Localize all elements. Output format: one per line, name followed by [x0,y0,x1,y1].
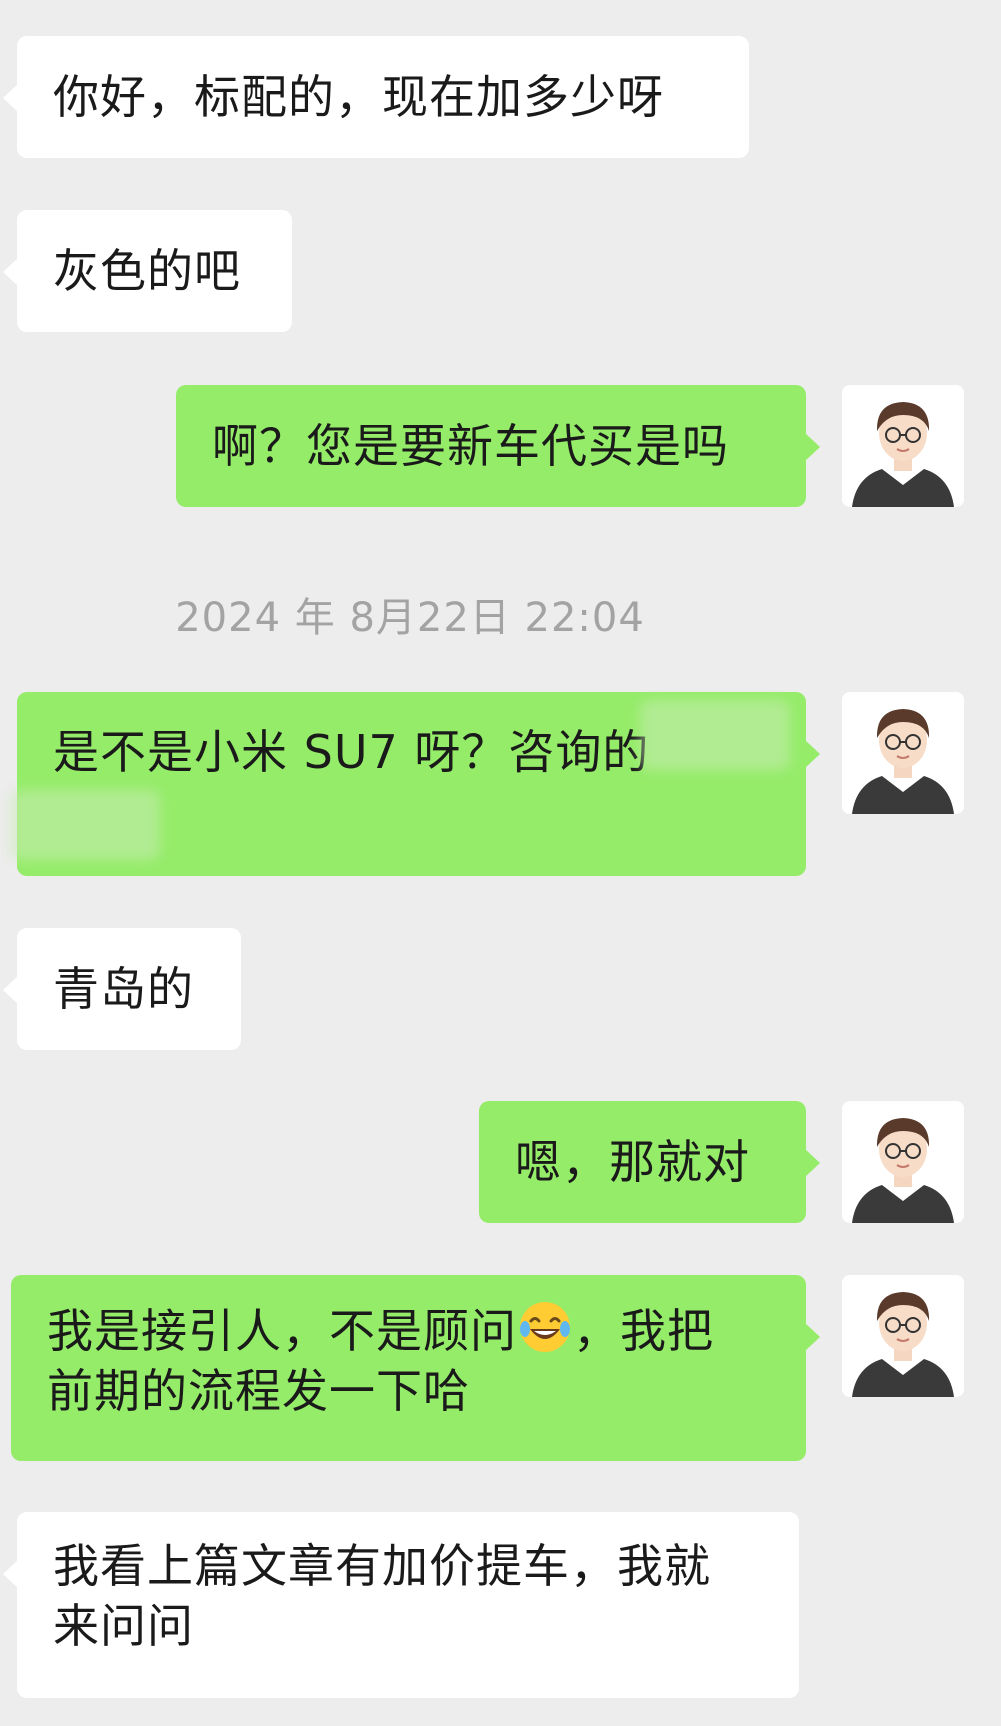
incoming-message[interactable]: 青岛的 [3,928,241,1050]
message-timestamp: 2024 年 8月22日 22:04 [175,595,645,641]
avatar-icon [842,1101,964,1223]
incoming-message[interactable]: 你好，标配的，现在加多少呀 [3,36,749,158]
message-text: 你好，标配的，现在加多少呀 [53,70,664,124]
outgoing-message[interactable]: 啊？您是要新车代买是吗 [176,385,820,507]
message-text: 是不是小米 SU7 呀？咨询的 [53,725,650,779]
avatar[interactable] [842,1275,964,1397]
outgoing-message[interactable]: 我是接引人，不是顾问 ，我把 前期的流程发一下哈 [11,1275,820,1461]
avatar[interactable] [842,1101,964,1223]
message-text: 前期的流程发一下哈 [47,1364,470,1418]
avatar-icon [842,1275,964,1397]
redaction-blur [10,790,160,860]
message-line: 我是接引人，不是顾问 ，我把 [47,1299,776,1361]
laughing-tears-emoji-icon [520,1302,570,1352]
message-text: 我看上篇文章有加价提车，我就 [53,1539,711,1593]
message-text: 啊？您是要新车代买是吗 [212,419,729,473]
incoming-message[interactable]: 灰色的吧 [3,210,292,332]
avatar-icon [842,385,964,507]
avatar[interactable] [842,385,964,507]
chat-view: 你好，标配的，现在加多少呀 灰色的吧 啊？您是要新车代买是吗 2024 年 8月… [0,0,1001,1726]
avatar-icon [842,692,964,814]
redaction-blur [640,700,790,770]
incoming-message[interactable]: 我看上篇文章有加价提车，我就 来问问 [3,1512,799,1698]
message-line: 前期的流程发一下哈 [47,1361,776,1421]
avatar[interactable] [842,692,964,814]
message-text: 灰色的吧 [53,244,241,298]
message-text: 嗯，那就对 [515,1135,750,1189]
message-text: 青岛的 [53,962,194,1016]
message-text: ，我把 [573,1304,714,1358]
message-text: 来问问 [53,1599,194,1653]
outgoing-message[interactable]: 嗯，那就对 [479,1101,820,1223]
message-text: 我是接引人，不是顾问 [47,1304,517,1358]
